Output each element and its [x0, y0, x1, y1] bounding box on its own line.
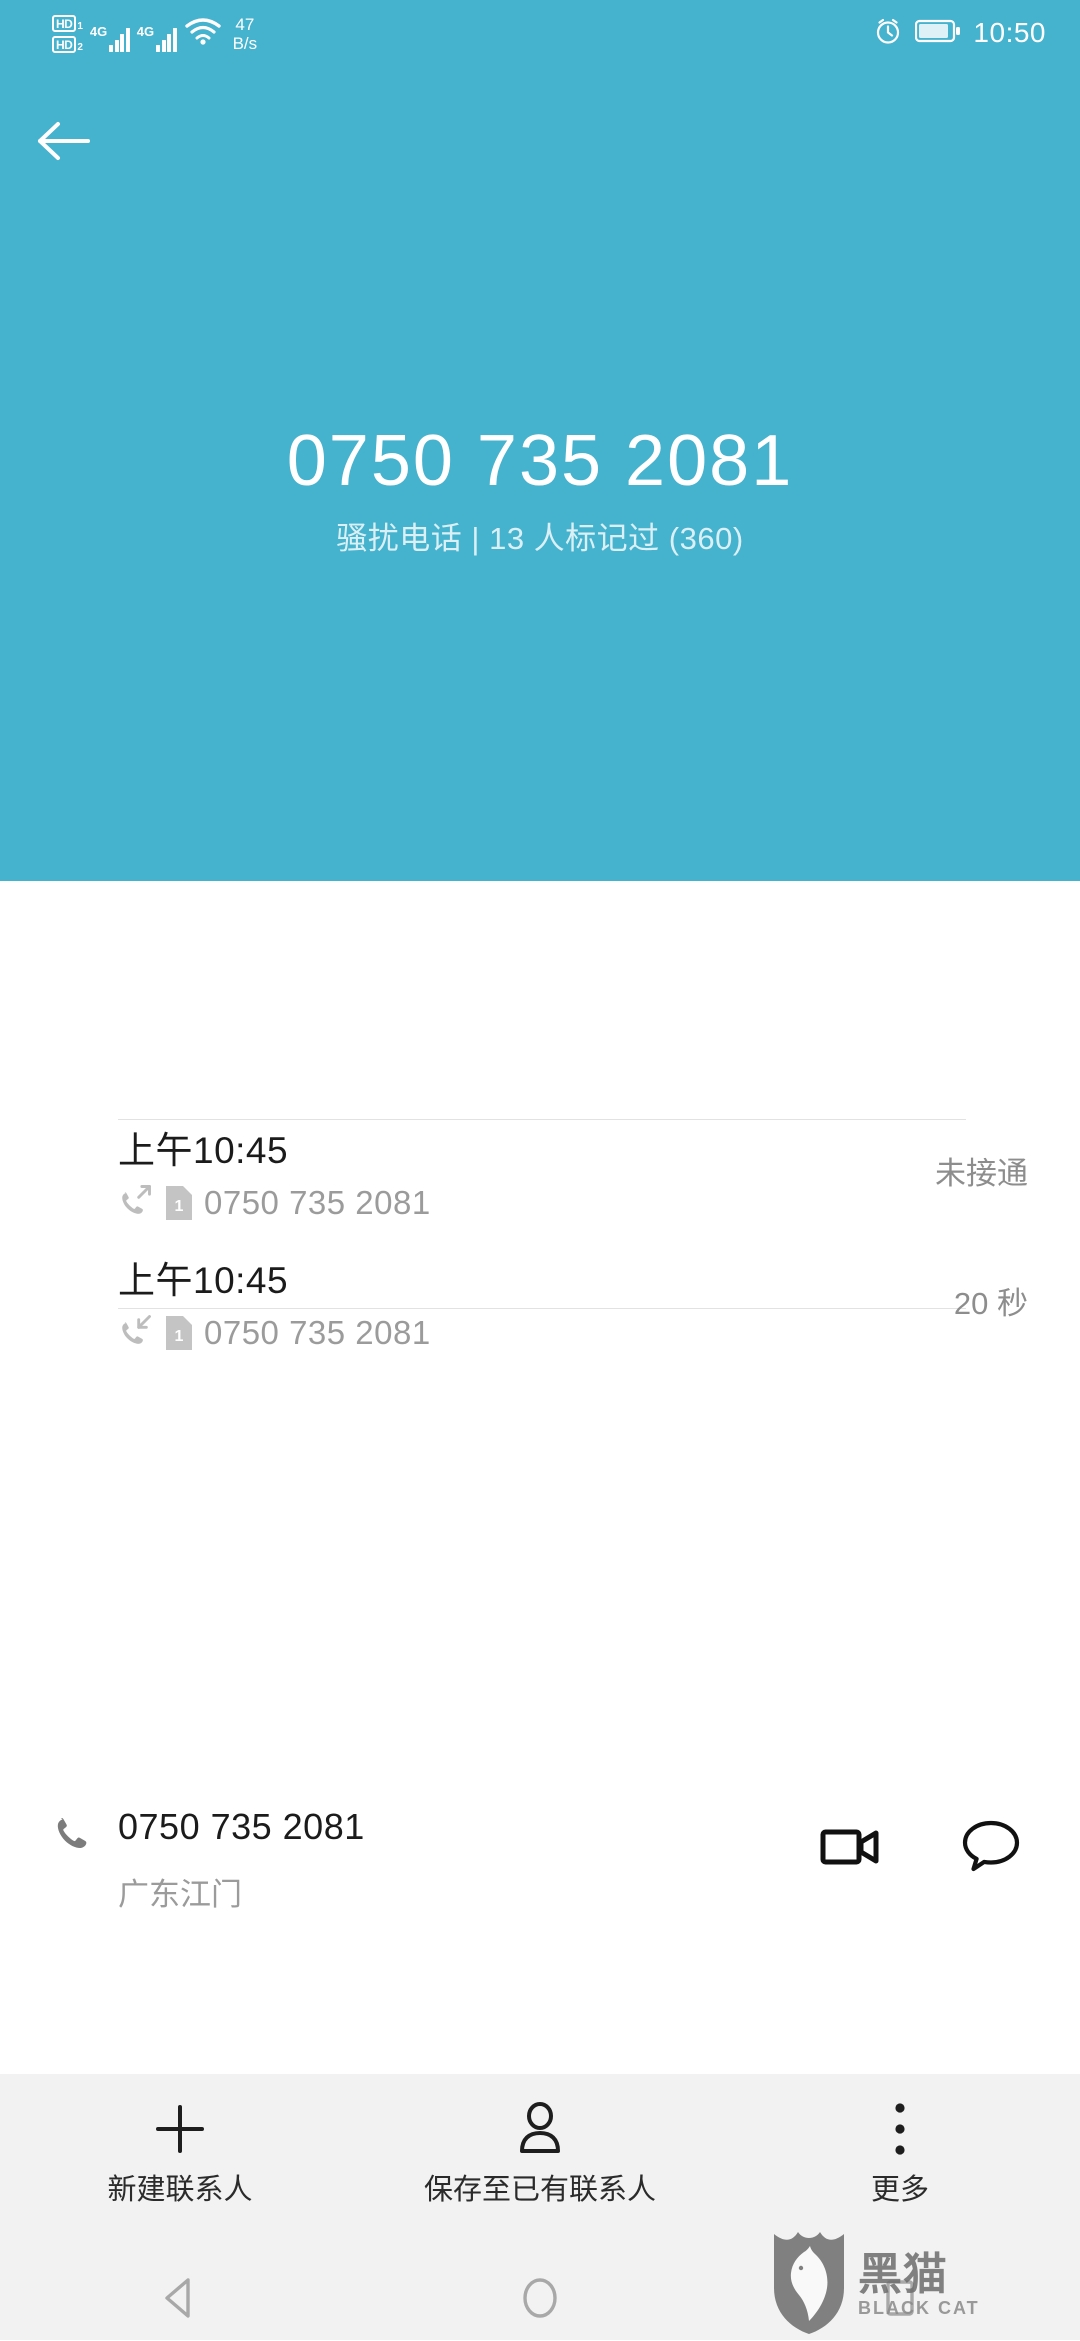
more-options-label: 更多 — [870, 2174, 929, 2206]
hd-voice-icons: HD 1 HD 2 — [52, 15, 83, 53]
contact-number-row[interactable]: 0750 735 2081 广东江门 — [0, 881, 1080, 1912]
call-log-number: 0750 735 2081 — [204, 1183, 431, 1221]
status-bar-right: 10:50 — [873, 0, 1046, 66]
person-icon — [514, 2098, 566, 2160]
more-options-button[interactable]: 更多 — [720, 2074, 1080, 2208]
black-cat-shield-logo — [770, 2228, 848, 2341]
nav-home-circle-icon — [518, 2274, 562, 2327]
new-contact-button[interactable]: 新建联系人 — [0, 2074, 360, 2208]
sim-card-badge: 1 — [164, 1314, 194, 1352]
wifi-icon — [184, 15, 222, 52]
hd1-label: HD — [52, 15, 77, 32]
sim2-signal-icon: 4G — [137, 16, 177, 52]
alarm-clock-icon — [873, 16, 903, 51]
network-speed-indicator: 47 B/s — [233, 15, 258, 53]
svg-text:1: 1 — [175, 1198, 184, 1215]
hd2-sub: 2 — [77, 42, 83, 53]
sim1-signal-bars — [109, 26, 130, 52]
page-title-phone-number: 0750 735 2081 — [286, 421, 794, 501]
call-log-time: 上午10:45 — [118, 1130, 289, 1171]
spam-tag-label: 骚扰电话 | 13 人标记过 (360) — [336, 521, 744, 556]
hd1-icon: HD 1 — [52, 15, 83, 32]
call-log-status: 未接通 — [935, 1156, 1028, 1191]
network-speed-value: 47 — [235, 15, 255, 34]
call-log-time: 上午10:45 — [118, 1260, 289, 1301]
call-log-status: 20 秒 — [953, 1286, 1028, 1321]
network-speed-unit: B/s — [232, 34, 258, 53]
status-bar: HD 1 HD 2 4G 4G 47 B/s 10:50 — [0, 0, 1080, 66]
sim1-network-label: 4G — [89, 24, 108, 39]
black-cat-watermark: 黑猫 BLACK CAT — [770, 2228, 980, 2341]
sim2-network-label: 4G — [136, 24, 155, 39]
contact-location: 广东江门 — [118, 1877, 242, 1912]
header-number-block: 0750 735 2081 骚扰电话 | 13 人标记过 (360) — [0, 418, 1080, 560]
call-log-number: 0750 735 2081 — [204, 1313, 431, 1351]
save-to-existing-contact-label: 保存至已有联系人 — [423, 2174, 656, 2206]
nav-home-button[interactable] — [360, 2274, 720, 2327]
new-contact-label: 新建联系人 — [107, 2174, 253, 2206]
back-button[interactable] — [24, 104, 102, 182]
hd1-sub: 1 — [77, 21, 83, 32]
watermark-cn-label: 黑猫 — [858, 2249, 948, 2299]
call-log-detail: 1 0750 735 2081 — [118, 1312, 431, 1353]
sim1-signal-icon: 4G — [90, 16, 130, 52]
call-log-detail: 1 0750 735 2081 — [118, 1182, 431, 1223]
sim-card-badge: 1 — [164, 1184, 194, 1222]
more-vertical-icon — [889, 2098, 911, 2160]
outgoing-call-icon — [118, 1182, 154, 1223]
watermark-en-label: BLACK CAT — [858, 2297, 980, 2318]
status-bar-left: HD 1 HD 2 4G 4G 47 B/s — [52, 8, 257, 60]
message-bubble-icon — [960, 1820, 1022, 1880]
call-log-row[interactable]: 上午10:45 1 0750 735 2081 20 秒 — [0, 1250, 1080, 1440]
call-detail-header: HD 1 HD 2 4G 4G 47 B/s 10:50 0750 735 20… — [0, 0, 1080, 881]
nav-back-triangle-icon — [158, 2275, 202, 2326]
black-cat-wordmark: 黑猫 BLACK CAT — [858, 2249, 980, 2318]
contact-phone-number: 0750 735 2081 — [118, 1806, 365, 1847]
status-bar-clock: 10:50 — [973, 17, 1046, 48]
phone-handset-icon — [52, 1814, 92, 1859]
back-arrow-icon — [32, 116, 94, 171]
svg-text:1: 1 — [175, 1328, 184, 1345]
save-to-existing-contact-button[interactable]: 保存至已有联系人 — [360, 2074, 720, 2208]
nav-back-button[interactable] — [0, 2275, 360, 2326]
video-call-button[interactable] — [820, 1821, 884, 1878]
video-call-icon — [820, 1829, 884, 1877]
sim2-signal-bars — [156, 26, 177, 52]
incoming-call-icon — [118, 1312, 154, 1353]
hd2-icon: HD 2 — [52, 36, 83, 53]
plus-icon — [152, 2098, 208, 2160]
send-message-button[interactable] — [960, 1816, 1022, 1881]
battery-icon — [915, 18, 961, 49]
hd2-label: HD — [52, 36, 77, 53]
